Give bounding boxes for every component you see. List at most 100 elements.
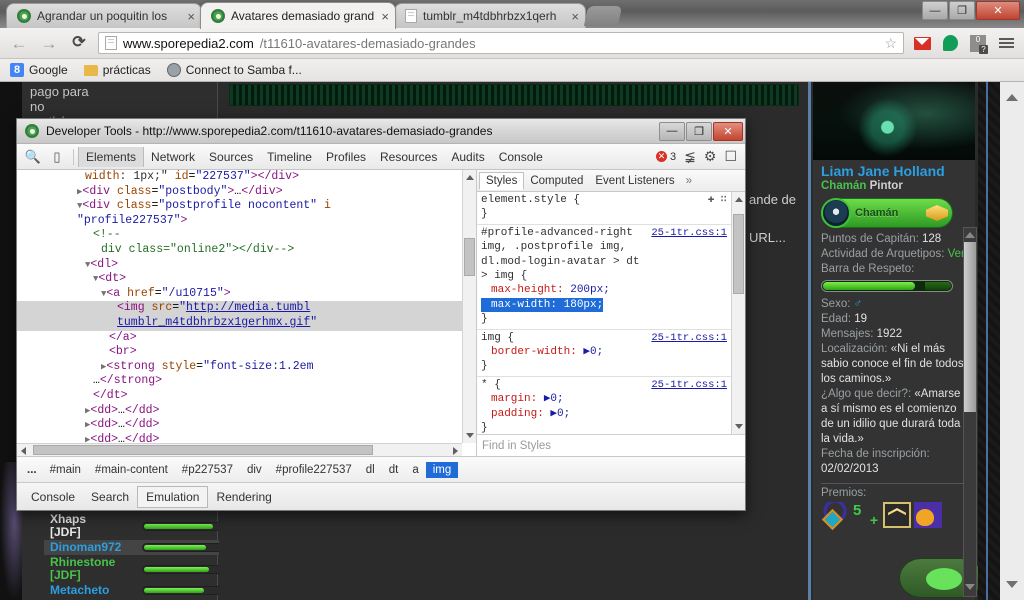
avatar-image[interactable] bbox=[813, 82, 975, 160]
devtools-maximize-button[interactable]: ❐ bbox=[686, 121, 712, 141]
breadcrumb-item-main[interactable]: #main bbox=[43, 462, 88, 478]
drawer-tab-console[interactable]: Console bbox=[23, 487, 83, 507]
scroll-up-icon[interactable] bbox=[965, 232, 975, 238]
style-declaration[interactable]: margin: ▶0; bbox=[481, 392, 727, 406]
browser-tab-2[interactable]: Avatares demasiado grand × bbox=[200, 2, 396, 29]
dom-tree-line[interactable]: ▼<dt> bbox=[17, 272, 462, 287]
maximize-button[interactable]: ❐ bbox=[949, 1, 975, 20]
dom-tree-line[interactable]: ▼<dl> bbox=[17, 258, 462, 273]
forward-button[interactable]: → bbox=[38, 35, 60, 52]
breadcrumb-item-maincontent[interactable]: #main-content bbox=[88, 462, 175, 478]
devtools-minimize-button[interactable]: — bbox=[659, 121, 685, 141]
error-count-badge[interactable]: ✕ 3 bbox=[656, 151, 676, 163]
scroll-down-icon[interactable] bbox=[466, 433, 474, 438]
breadcrumb-item-a[interactable]: a bbox=[405, 462, 425, 478]
drawer-tab-emulation[interactable]: Emulation bbox=[137, 485, 209, 508]
profile-username[interactable]: Liam Jane Holland bbox=[813, 160, 975, 179]
bookmark-star-icon[interactable]: ☆ bbox=[884, 35, 897, 52]
devtools-tab-console[interactable]: Console bbox=[492, 147, 550, 167]
device-mode-icon[interactable]: ▯ bbox=[45, 149, 69, 165]
dock-window-icon[interactable]: ☐ bbox=[724, 148, 737, 165]
dom-tree-line[interactable]: ▶<dd>…</dd> bbox=[17, 433, 462, 443]
breadcrumb-item-dt[interactable]: dt bbox=[382, 462, 406, 478]
style-rule[interactable]: ✚ ∷ element.style {} bbox=[477, 192, 731, 225]
magnifier-icon[interactable]: 🔍 bbox=[21, 149, 45, 165]
styles-tab-styles[interactable]: Styles bbox=[479, 172, 525, 190]
office-icon[interactable]: 0 bbox=[968, 33, 988, 54]
style-source-link[interactable]: 25-1tr.css:1 bbox=[651, 331, 727, 345]
breadcrumb-item-img[interactable]: img bbox=[425, 461, 459, 478]
find-in-styles-input[interactable]: Find in Styles bbox=[477, 434, 745, 456]
drawer-tab-search[interactable]: Search bbox=[83, 487, 137, 507]
leaf-plus-award-icon[interactable] bbox=[852, 502, 880, 528]
style-source-link[interactable]: 25-1tr.css:1 bbox=[651, 226, 727, 240]
style-declaration[interactable]: padding: ▶0; bbox=[481, 407, 727, 421]
hangouts-icon[interactable] bbox=[940, 33, 960, 53]
close-button[interactable]: ✕ bbox=[976, 1, 1020, 20]
dom-tree-line[interactable]: <!-- bbox=[17, 228, 462, 243]
scroll-down-icon[interactable] bbox=[735, 424, 743, 429]
dom-tree-line[interactable]: ▶<strong style="font-size:1.2em bbox=[17, 360, 462, 375]
gmail-icon[interactable] bbox=[912, 33, 932, 53]
console-drawer-icon[interactable]: ≨ bbox=[684, 148, 696, 165]
scroll-left-icon[interactable] bbox=[21, 447, 26, 455]
dom-vscroll-thumb[interactable] bbox=[464, 238, 475, 276]
devtools-tab-elements[interactable]: Elements bbox=[78, 146, 145, 167]
bookmark-google[interactable]: 8 Google bbox=[10, 63, 68, 77]
drawer-tab-rendering[interactable]: Rendering bbox=[208, 487, 279, 507]
devtools-close-button[interactable]: ✕ bbox=[713, 121, 743, 141]
dom-tree-line[interactable]: </a> bbox=[17, 331, 462, 346]
new-tab-button[interactable] bbox=[583, 6, 623, 26]
browser-page-scrollbar[interactable] bbox=[1000, 82, 1024, 600]
monster-award-icon[interactable] bbox=[914, 502, 942, 528]
style-declaration[interactable]: max-height: 200px; bbox=[481, 283, 727, 297]
style-declaration[interactable]: border-width: ▶0; bbox=[481, 345, 727, 359]
style-declaration[interactable]: max-width: 180px; bbox=[481, 297, 727, 313]
dom-tree-line[interactable]: …</strong> bbox=[17, 374, 462, 389]
plus-icon[interactable]: ✚ bbox=[708, 193, 715, 207]
list-item[interactable]: Dinoman972 bbox=[44, 540, 240, 555]
element-state-icon[interactable]: ∷ bbox=[720, 193, 727, 207]
scroll-right-icon[interactable] bbox=[453, 447, 458, 455]
list-item[interactable]: Xhaps [JDF] bbox=[44, 512, 240, 540]
styles-vscroll-thumb[interactable] bbox=[733, 214, 744, 294]
dom-tree-line[interactable]: ▶<div class="postbody">…</div> bbox=[17, 185, 462, 200]
gear-icon[interactable]: ⚙ bbox=[704, 148, 717, 165]
dom-tree-line[interactable]: <br> bbox=[17, 345, 462, 360]
reload-button[interactable]: ⟳ bbox=[68, 35, 90, 51]
dom-tree-line[interactable]: ▼<div class="postprofile nocontent" i bbox=[17, 199, 462, 214]
close-icon[interactable]: × bbox=[381, 10, 389, 23]
styles-more-tabs-icon[interactable]: » bbox=[681, 173, 697, 189]
styles-tab-computed[interactable]: Computed bbox=[524, 173, 589, 189]
devtools-tab-timeline[interactable]: Timeline bbox=[260, 147, 319, 167]
address-bar[interactable]: www.sporepedia2.com/t11610-avatares-dema… bbox=[98, 32, 904, 54]
dom-tree-line[interactable]: </dt> bbox=[17, 389, 462, 404]
devtools-tab-sources[interactable]: Sources bbox=[202, 147, 260, 167]
dom-tree-line[interactable]: ▶<dd>…</dd> bbox=[17, 418, 462, 433]
dom-tree-line[interactable]: tumblr_m4tdbhrbzx1gerhmx.gif" bbox=[17, 315, 462, 331]
devtools-tab-network[interactable]: Network bbox=[144, 147, 202, 167]
dom-tree-line[interactable]: ▶<dd>…</dd> bbox=[17, 404, 462, 419]
list-item[interactable]: Rhinestone [JDF] bbox=[44, 555, 240, 583]
breadcrumb-item-profile227537[interactable]: #profile227537 bbox=[269, 462, 359, 478]
breadcrumb-item-[interactable]: ... bbox=[21, 462, 43, 478]
styles-vertical-scrollbar[interactable] bbox=[731, 192, 745, 434]
dom-vertical-scrollbar[interactable] bbox=[462, 170, 476, 443]
list-item[interactable]: Metacheto bbox=[44, 583, 240, 598]
browser-tab-1[interactable]: Agrandar un poquitin los × bbox=[6, 3, 202, 28]
back-button[interactable]: ← bbox=[8, 35, 30, 52]
dom-tree-line[interactable]: div class="online2"></div--> bbox=[17, 243, 462, 258]
style-source-link[interactable]: 25-1tr.css:1 bbox=[651, 378, 727, 392]
close-icon[interactable]: × bbox=[187, 10, 195, 23]
devtools-tab-resources[interactable]: Resources bbox=[373, 147, 444, 167]
scroll-up-icon[interactable] bbox=[466, 175, 474, 180]
scrollbar-up-icon[interactable] bbox=[1006, 94, 1018, 101]
devtools-tab-audits[interactable]: Audits bbox=[444, 147, 491, 167]
breadcrumb-item-p227537[interactable]: #p227537 bbox=[175, 462, 240, 478]
scroll-up-icon[interactable] bbox=[735, 197, 743, 202]
style-rule[interactable]: 25-1tr.css:1 img {border-width: ▶0;} bbox=[477, 330, 731, 377]
scroll-down-icon[interactable] bbox=[965, 584, 975, 590]
chevron-award-icon[interactable] bbox=[883, 502, 911, 528]
dom-tree-line[interactable]: ▼<a href="/u10715"> bbox=[17, 287, 462, 302]
breadcrumb-item-dl[interactable]: dl bbox=[359, 462, 382, 478]
